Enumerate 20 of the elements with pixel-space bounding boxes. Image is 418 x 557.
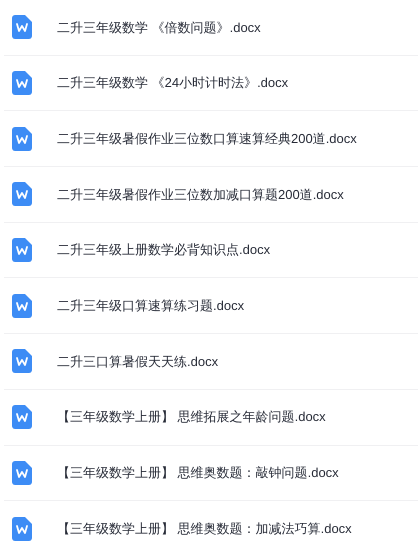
file-name[interactable]: 二升三年级口算速算练习题.docx bbox=[57, 296, 244, 316]
file-name[interactable]: 二升三年级上册数学必背知识点.docx bbox=[57, 240, 270, 260]
file-name[interactable]: 二升三年级暑假作业三位数加减口算题200道.docx bbox=[57, 184, 344, 204]
word-document-icon bbox=[12, 15, 32, 40]
file-name[interactable]: 二升三年级暑假作业三位数口算速算经典200道.docx bbox=[57, 128, 357, 148]
word-document-icon bbox=[12, 405, 32, 430]
word-document-icon bbox=[12, 517, 32, 542]
file-name[interactable]: 【三年级数学上册】 思维拓展之年龄问题.docx bbox=[57, 407, 326, 427]
file-name[interactable]: 二升三年级数学 《倍数问题》.docx bbox=[57, 18, 261, 38]
word-document-icon bbox=[12, 71, 32, 96]
word-document-icon bbox=[12, 349, 32, 374]
file-name[interactable]: 【三年级数学上册】 思维奥数题：敲钟问题.docx bbox=[57, 463, 339, 483]
file-name[interactable]: 二升三口算暑假天天练.docx bbox=[57, 352, 218, 372]
word-document-icon bbox=[12, 182, 32, 206]
word-document-icon bbox=[12, 238, 32, 262]
word-document-icon bbox=[12, 460, 32, 485]
word-document-icon bbox=[12, 126, 32, 151]
file-name[interactable]: 二升三年级数学 《24小时计时法》.docx bbox=[57, 73, 288, 93]
word-document-icon bbox=[12, 294, 32, 318]
file-name[interactable]: 【三年级数学上册】 思维奥数题：加减法巧算.docx bbox=[57, 519, 352, 539]
